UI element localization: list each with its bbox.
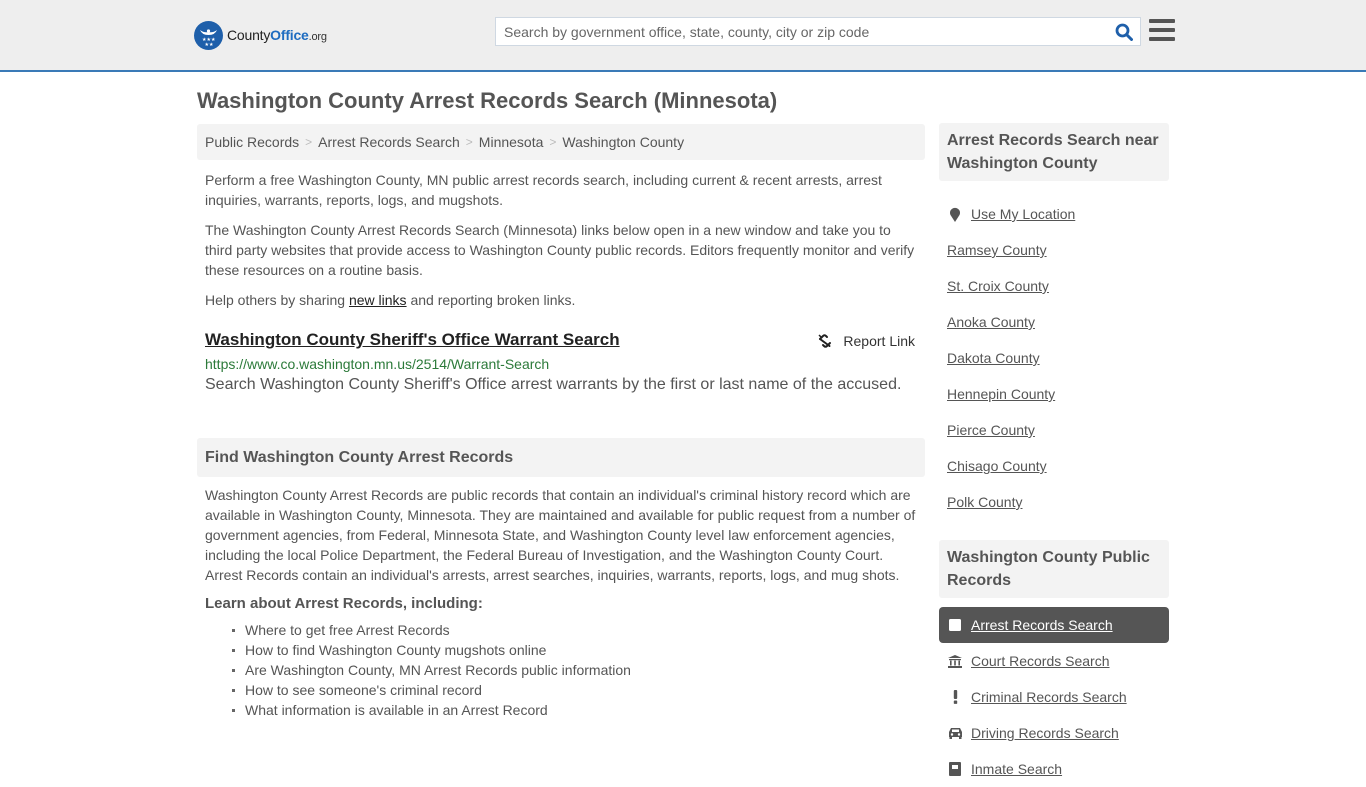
search-box [495,17,1141,46]
nearby-county-item[interactable]: Chisago County [939,448,1169,484]
intro-paragraph: The Washington County Arrest Records Sea… [205,222,915,278]
menu-bar [1149,19,1175,23]
svg-text:★★: ★★ [205,42,214,48]
menu-bar [1149,37,1175,41]
square-icon [947,619,963,631]
exclamation-icon [947,690,963,704]
sidebar-item-label[interactable]: Court Records Search [971,653,1110,669]
logo-text: CountyOffice.org [227,27,327,43]
nearby-county-link[interactable]: Anoka County [947,314,1035,330]
sidebar: Arrest Records Search near Washington Co… [939,123,1169,787]
learn-list-item: Are Washington County, MN Arrest Records… [232,660,925,680]
eagle-logo-icon: ★★★ ★★ [194,20,223,50]
find-records-heading: Find Washington County Arrest Records [197,438,925,477]
site-header: ★★★ ★★ CountyOffice.org [0,0,1366,72]
nearby-county-item[interactable]: Ramsey County [939,232,1169,268]
breadcrumb-separator: > [465,135,473,149]
search-icon [1115,23,1133,41]
breadcrumb-public-records[interactable]: Public Records [205,134,299,150]
nearby-county-link[interactable]: Chisago County [947,458,1047,474]
learn-heading: Learn about Arrest Records, including: [205,595,483,612]
nearby-list: Use My Location Ramsey County St. Croix … [939,196,1169,520]
sidebar-item-criminal-records[interactable]: Criminal Records Search [939,679,1169,715]
breadcrumb-arrest-records-search[interactable]: Arrest Records Search [318,134,460,150]
hamburger-menu-button[interactable] [1149,19,1175,43]
sidebar-item-label[interactable]: Criminal Records Search [971,689,1127,705]
intro: Perform a free Washington County, MN pub… [197,170,925,310]
map-marker-icon [947,207,963,222]
nearby-county-link[interactable]: Ramsey County [947,242,1047,258]
intro-paragraph: Perform a free Washington County, MN pub… [205,172,882,208]
learn-list-item: How to see someone's criminal record [232,680,925,700]
search-input[interactable] [496,18,1108,45]
nearby-county-item[interactable]: Dakota County [939,340,1169,376]
nearby-county-item[interactable]: St. Croix County [939,268,1169,304]
result-title-link[interactable]: Washington County Sheriff's Office Warra… [205,330,620,350]
learn-list-item: Where to get free Arrest Records [232,620,925,640]
breadcrumb-separator: > [305,135,313,149]
sidebar-item-label[interactable]: Arrest Records Search [971,617,1113,633]
menu-bar [1149,28,1175,32]
sidebar-item-arrest-records[interactable]: Arrest Records Search [939,607,1169,643]
search-button[interactable] [1108,18,1140,45]
courthouse-icon [947,654,963,668]
result-description: Search Washington County Sheriff's Offic… [205,376,902,393]
main-content: Public Records > Arrest Records Search >… [197,124,925,720]
site-logo[interactable]: ★★★ ★★ CountyOffice.org [194,20,327,50]
use-my-location-link[interactable]: Use My Location [971,206,1075,222]
breadcrumb-minnesota[interactable]: Minnesota [479,134,544,150]
sidebar-item-inmate-search[interactable]: Inmate Search [939,751,1169,787]
find-records-body: Washington County Arrest Records are pub… [205,487,916,583]
nearby-county-item[interactable]: Anoka County [939,304,1169,340]
breadcrumb: Public Records > Arrest Records Search >… [197,124,925,160]
nearby-county-link[interactable]: St. Croix County [947,278,1049,294]
public-records-heading: Washington County Public Records [939,540,1169,598]
breadcrumb-separator: > [549,135,557,149]
page-title: Washington County Arrest Records Search … [197,88,778,113]
learn-list-item: What information is available in an Arre… [232,700,925,720]
inmate-icon [947,762,963,776]
nearby-county-link[interactable]: Polk County [947,494,1022,510]
nearby-county-item[interactable]: Hennepin County [939,376,1169,412]
sidebar-item-label[interactable]: Driving Records Search [971,725,1119,741]
result-item: Washington County Sheriff's Office Warra… [197,330,925,394]
use-my-location-item[interactable]: Use My Location [939,196,1169,232]
learn-list: Where to get free Arrest Records How to … [197,620,925,720]
sidebar-item-driving-records[interactable]: Driving Records Search [939,715,1169,751]
new-links-link[interactable]: new links [349,292,407,308]
car-icon [947,727,963,739]
nearby-county-link[interactable]: Hennepin County [947,386,1055,402]
share-links-paragraph: Help others by sharing new links and rep… [205,292,576,308]
public-records-list: Arrest Records Search Court Records Sear… [939,607,1169,787]
report-link-button[interactable]: Report Link [817,333,915,349]
nearby-county-item[interactable]: Polk County [939,484,1169,520]
sidebar-item-label[interactable]: Inmate Search [971,761,1062,777]
breadcrumb-washington-county[interactable]: Washington County [562,134,684,150]
sidebar-item-court-records[interactable]: Court Records Search [939,643,1169,679]
nearby-county-item[interactable]: Pierce County [939,412,1169,448]
nearby-county-link[interactable]: Dakota County [947,350,1040,366]
result-url: https://www.co.washington.mn.us/2514/War… [205,356,550,372]
broken-link-icon [818,334,832,348]
nearby-heading: Arrest Records Search near Washington Co… [939,123,1169,181]
learn-list-item: How to find Washington County mugshots o… [232,640,925,660]
nearby-county-link[interactable]: Pierce County [947,422,1035,438]
